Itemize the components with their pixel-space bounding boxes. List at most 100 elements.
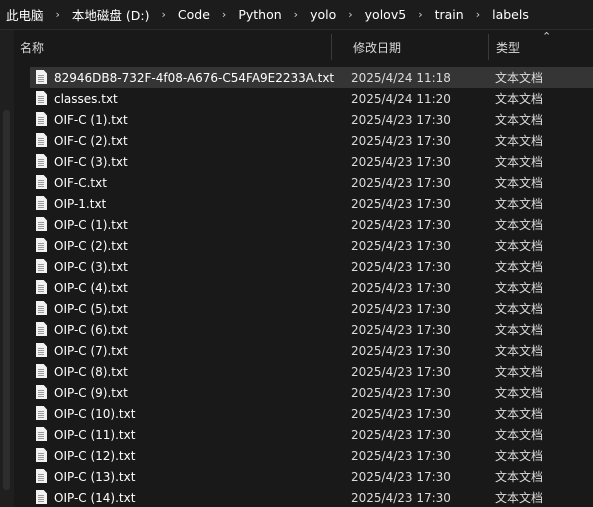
navigation-pane-scrollbar[interactable] (3, 110, 10, 490)
file-modified-date: 2025/4/23 17:30 (351, 427, 451, 442)
file-type: 文本文档 (495, 218, 544, 232)
file-explorer-window: 此电脑 › 本地磁盘 (D:) › Code › Python › yolo › yolov5 › tr… (0, 0, 593, 507)
file-modified-date: 2025/4/23 17:30 (351, 238, 451, 253)
file-row[interactable]: OIF-C (1).txt 2025/4/23 17:30 文本文档 (30, 109, 593, 130)
text-file-icon (36, 175, 47, 189)
file-row[interactable]: OIP-C (13).txt 2025/4/23 17:30 文本文档 (30, 466, 593, 487)
file-name: OIF-C (2).txt (54, 133, 128, 148)
file-modified-date: 2025/4/23 17:30 (351, 217, 451, 232)
file-row[interactable]: OIP-C (14).txt 2025/4/23 17:30 文本文档 (30, 487, 593, 507)
breadcrumb-item[interactable]: train (433, 7, 466, 22)
file-name: OIP-C (11).txt (54, 427, 136, 442)
file-modified-date: 2025/4/23 17:30 (351, 385, 451, 400)
text-file-icon (36, 490, 47, 504)
file-name: 82946DB8-732F-4f08-A676-C54FA9E2233A.txt (54, 70, 335, 85)
file-type: 文本文档 (495, 113, 544, 127)
file-modified-date: 2025/4/23 17:30 (351, 301, 451, 316)
file-modified-date: 2025/4/23 17:30 (351, 133, 451, 148)
file-row[interactable]: OIP-C (9).txt 2025/4/23 17:30 文本文档 (30, 382, 593, 403)
file-list[interactable]: 82946DB8-732F-4f08-A676-C54FA9E2233A.txt… (30, 67, 593, 507)
chevron-right-icon[interactable]: › (338, 8, 362, 21)
file-name: OIF-C.txt (54, 175, 107, 190)
file-name: classes.txt (54, 91, 118, 106)
column-header-type-label: 类型 (496, 40, 521, 55)
file-row[interactable]: OIP-C (10).txt 2025/4/23 17:30 文本文档 (30, 403, 593, 424)
file-row[interactable]: 82946DB8-732F-4f08-A676-C54FA9E2233A.txt… (30, 67, 593, 88)
file-row[interactable]: OIP-C (8).txt 2025/4/23 17:30 文本文档 (30, 361, 593, 382)
file-row[interactable]: OIP-C (2).txt 2025/4/23 17:30 文本文档 (30, 235, 593, 256)
text-file-icon (36, 154, 47, 168)
text-file-icon (36, 196, 47, 210)
file-modified-date: 2025/4/23 17:30 (351, 175, 451, 190)
chevron-right-icon[interactable]: › (284, 8, 308, 21)
file-row[interactable]: OIP-C (4).txt 2025/4/23 17:30 文本文档 (30, 277, 593, 298)
file-row[interactable]: OIP-1.txt 2025/4/23 17:30 文本文档 (30, 193, 593, 214)
file-modified-date: 2025/4/23 17:30 (351, 154, 451, 169)
navigation-pane[interactable] (0, 30, 14, 507)
breadcrumb-item[interactable]: 本地磁盘 (D:) (70, 5, 152, 24)
file-type: 文本文档 (495, 92, 544, 106)
file-modified-date: 2025/4/23 17:30 (351, 196, 451, 211)
text-file-icon (36, 238, 47, 252)
file-row[interactable]: OIP-C (3).txt 2025/4/23 17:30 文本文档 (30, 256, 593, 277)
file-modified-date: 2025/4/23 17:30 (351, 469, 451, 484)
text-file-icon (36, 343, 47, 357)
text-file-icon (36, 385, 47, 399)
file-type: 文本文档 (495, 260, 544, 274)
column-header-name[interactable]: 名称 (14, 30, 332, 64)
file-row[interactable]: OIP-C (1).txt 2025/4/23 17:30 文本文档 (30, 214, 593, 235)
file-row[interactable]: OIP-C (7).txt 2025/4/23 17:30 文本文档 (30, 340, 593, 361)
text-file-icon (36, 133, 47, 147)
column-divider[interactable] (331, 34, 332, 60)
file-type: 文本文档 (495, 197, 544, 211)
breadcrumb-item[interactable]: Python (236, 7, 283, 22)
breadcrumb-item[interactable]: yolo (308, 7, 338, 22)
file-name: OIP-C (6).txt (54, 322, 128, 337)
text-file-icon (36, 280, 47, 294)
file-type: 文本文档 (495, 386, 544, 400)
column-header-date[interactable]: 修改日期 (347, 30, 489, 64)
text-file-icon (36, 259, 47, 273)
text-file-icon (36, 469, 47, 483)
file-name: OIF-C (1).txt (54, 112, 128, 127)
breadcrumb: 此电脑 › 本地磁盘 (D:) › Code › Python › yolo › yolov5 › tr… (0, 0, 593, 30)
text-file-icon (36, 91, 47, 105)
breadcrumb-item[interactable]: Code (176, 7, 212, 22)
chevron-right-icon[interactable]: › (46, 8, 70, 21)
file-row[interactable]: OIP-C (11).txt 2025/4/23 17:30 文本文档 (30, 424, 593, 445)
file-modified-date: 2025/4/23 17:30 (351, 448, 451, 463)
column-header-date-label: 修改日期 (353, 40, 402, 55)
text-file-icon (36, 112, 47, 126)
chevron-right-icon[interactable]: › (152, 8, 176, 21)
file-row[interactable]: OIP-C (6).txt 2025/4/23 17:30 文本文档 (30, 319, 593, 340)
text-file-icon (36, 217, 47, 231)
chevron-right-icon[interactable]: › (466, 8, 490, 21)
file-row[interactable]: OIP-C (12).txt 2025/4/23 17:30 文本文档 (30, 445, 593, 466)
file-modified-date: 2025/4/23 17:30 (351, 406, 451, 421)
breadcrumb-item[interactable]: 此电脑 (4, 5, 46, 24)
chevron-right-icon[interactable]: › (212, 8, 236, 21)
breadcrumb-item[interactable]: yolov5 (363, 7, 409, 22)
file-modified-date: 2025/4/24 11:20 (351, 91, 451, 106)
breadcrumb-item[interactable]: labels (490, 7, 531, 22)
column-header-row: 名称 修改日期 类型 ⌃ (14, 30, 593, 64)
file-row[interactable]: OIP-C (5).txt 2025/4/23 17:30 文本文档 (30, 298, 593, 319)
file-name: OIP-C (5).txt (54, 301, 128, 316)
column-divider[interactable] (488, 34, 489, 60)
file-name: OIP-C (2).txt (54, 238, 128, 253)
chevron-right-icon[interactable]: › (408, 8, 432, 21)
file-type: 文本文档 (495, 491, 544, 505)
file-type: 文本文档 (495, 176, 544, 190)
sort-up-icon: ⌃ (542, 30, 552, 43)
file-row[interactable]: OIF-C.txt 2025/4/23 17:30 文本文档 (30, 172, 593, 193)
file-modified-date: 2025/4/23 17:30 (351, 259, 451, 274)
file-type: 文本文档 (495, 281, 544, 295)
file-row[interactable]: classes.txt 2025/4/24 11:20 文本文档 (30, 88, 593, 109)
file-type: 文本文档 (495, 239, 544, 253)
file-type: 文本文档 (495, 155, 544, 169)
file-row[interactable]: OIF-C (2).txt 2025/4/23 17:30 文本文档 (30, 130, 593, 151)
file-name: OIP-C (14).txt (54, 490, 136, 505)
file-row[interactable]: OIF-C (3).txt 2025/4/23 17:30 文本文档 (30, 151, 593, 172)
file-type: 文本文档 (495, 428, 544, 442)
file-type: 文本文档 (495, 470, 544, 484)
